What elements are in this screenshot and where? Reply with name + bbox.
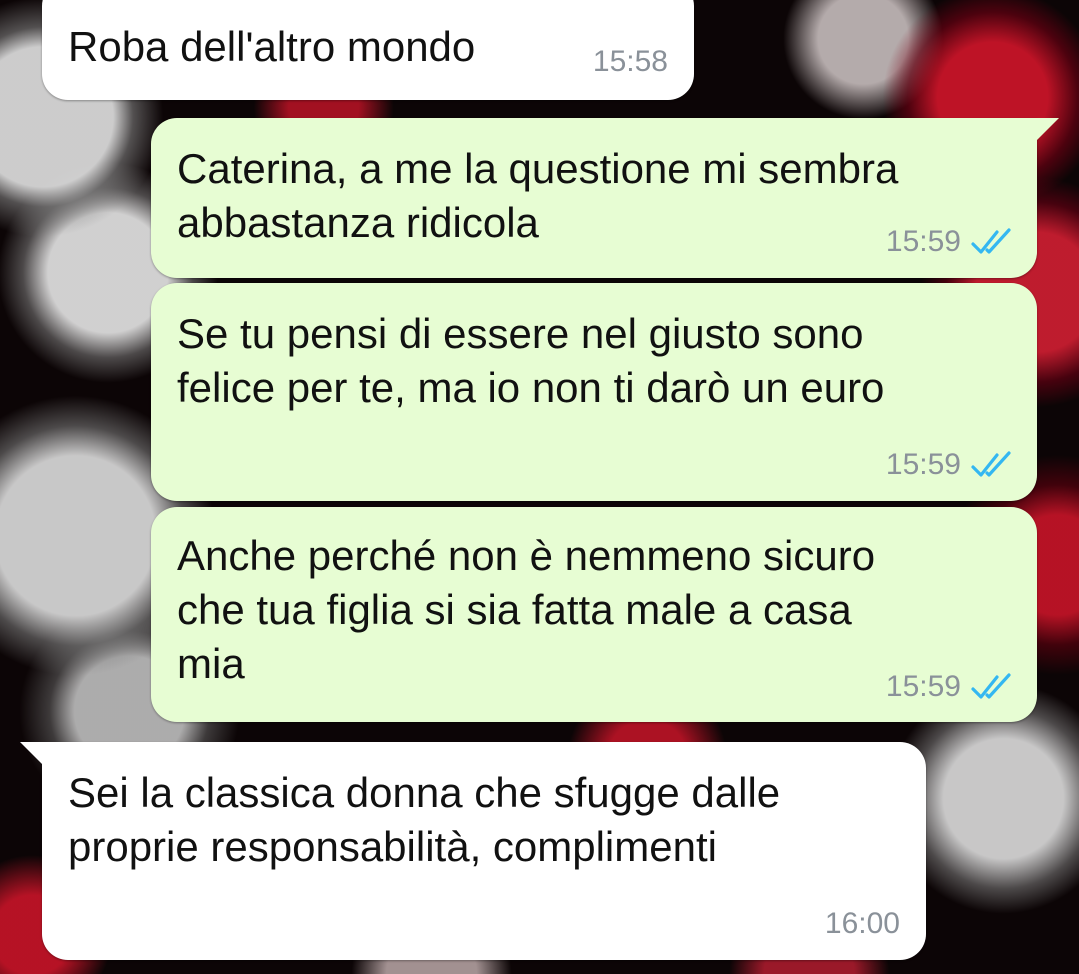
message-bubble-outgoing[interactable]: Anche perché non è nemmeno sicuro che tu…	[151, 507, 1037, 722]
message-text: Se tu pensi di essere nel giusto sono fe…	[177, 310, 885, 411]
message-time: 16:00	[825, 906, 900, 942]
double-check-icon	[971, 228, 1011, 254]
double-check-icon	[971, 451, 1011, 477]
message-meta: 15:59	[886, 447, 1015, 483]
timestamp: 15:59	[885, 225, 961, 258]
message-meta: 15:59	[886, 669, 1015, 705]
message-text: Roba dell'altro mondo	[68, 23, 476, 70]
message-text: Sei la classica donna che sfugge dalle p…	[68, 769, 781, 870]
message-bubble-incoming[interactable]: Sei la classica donna che sfugge dalle p…	[20, 742, 926, 960]
bubble-tail	[1033, 118, 1059, 144]
message-bubble-outgoing[interactable]: Caterina, a me la questione mi sembra ab…	[151, 118, 1059, 278]
bubble-tail	[20, 742, 46, 768]
timestamp: 15:58	[592, 45, 668, 78]
message-text: Caterina, a me la questione mi sembra ab…	[177, 145, 899, 246]
timestamp: 15:59	[885, 448, 961, 481]
message-bubble-incoming[interactable]: Roba dell'altro mondo 15:58	[42, 0, 694, 100]
timestamp: 16:00	[824, 907, 900, 940]
message-bubble-outgoing[interactable]: Se tu pensi di essere nel giusto sono fe…	[151, 283, 1037, 501]
message-text: Anche perché non è nemmeno sicuro che tu…	[177, 532, 876, 687]
message-time: 15:58	[593, 44, 668, 80]
double-check-icon	[971, 673, 1011, 699]
timestamp: 15:59	[885, 670, 961, 703]
message-meta: 15:59	[886, 224, 1015, 260]
